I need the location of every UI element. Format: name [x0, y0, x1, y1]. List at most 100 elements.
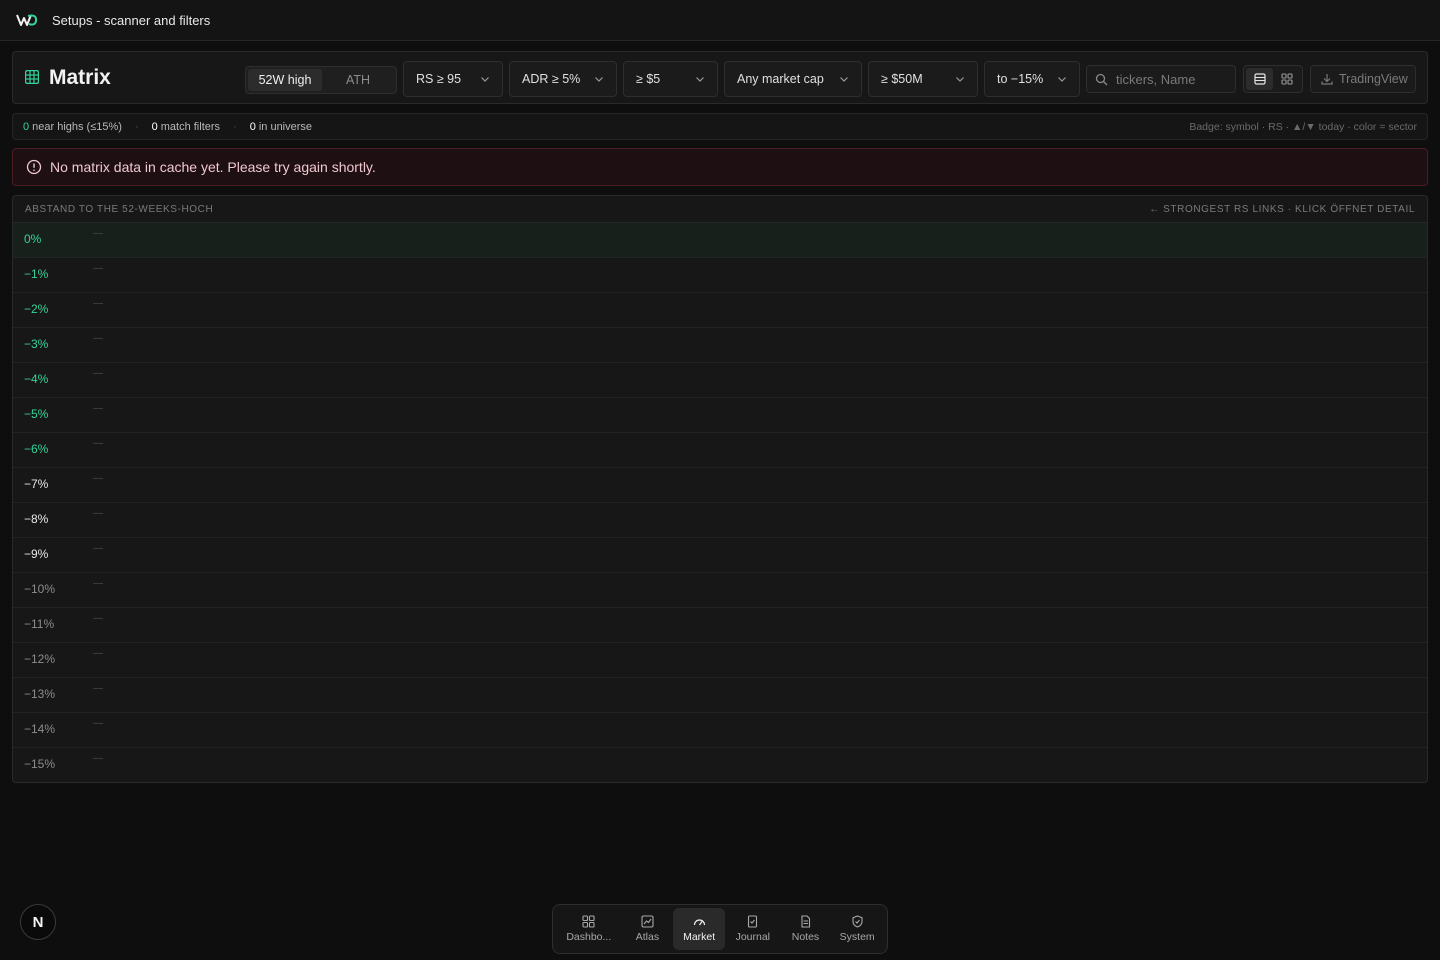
view-toggle	[1243, 65, 1303, 93]
matrix-row: −1% —	[13, 258, 1427, 293]
row-empty-marker: —	[93, 403, 103, 414]
row-distance-label: −1%	[24, 267, 49, 281]
search-icon	[1095, 73, 1108, 85]
alert-circle-icon	[26, 159, 42, 175]
rs-filter-value: RS ≥ 95	[416, 72, 462, 86]
matrix-row: −15% —	[13, 748, 1427, 782]
chevron-down-icon	[956, 77, 964, 82]
list-view-icon	[1253, 73, 1266, 85]
near-highs-label: near highs (≤15%)	[32, 120, 122, 133]
stats-separator: ·	[233, 120, 237, 133]
near-highs-count: 0	[23, 120, 30, 133]
adr-filter-value: ADR ≥ 5%	[522, 72, 581, 86]
row-empty-marker: —	[93, 263, 103, 274]
matrix-row: −11% —	[13, 608, 1427, 643]
stats-bar: 0 near highs (≤15%) · 0 match filters · …	[12, 113, 1428, 140]
alert-message: No matrix data in cache yet. Please try …	[50, 159, 376, 175]
nav-item-market[interactable]: Market	[673, 908, 725, 950]
notes-icon	[801, 915, 811, 928]
row-distance-label: −5%	[24, 407, 49, 421]
volume-filter-dropdown[interactable]: ≥ $50M	[868, 61, 978, 97]
distance-filter-dropdown[interactable]: to −15%	[984, 61, 1080, 97]
row-empty-marker: —	[93, 298, 103, 309]
matrix-rows: 0% — −1% — −2% — −3% — −4% — −5% — −6% — −7% — −8% — −9% — −…	[13, 223, 1427, 782]
error-alert: No matrix data in cache yet. Please try …	[12, 148, 1428, 186]
grid-view-button[interactable]	[1273, 68, 1300, 90]
market-cap-filter-value: Any market cap	[737, 72, 824, 86]
row-empty-marker: —	[93, 683, 103, 694]
matrix-row: −13% —	[13, 678, 1427, 713]
nav-label: Dashbo...	[566, 931, 612, 943]
row-empty-marker: —	[93, 753, 103, 764]
nav-item-system[interactable]: System	[830, 908, 884, 950]
search-input[interactable]	[1116, 71, 1226, 87]
price-filter-value: ≥ $5	[636, 72, 661, 86]
chevron-down-icon	[595, 77, 603, 82]
distance-filter-value: to −15%	[997, 72, 1044, 86]
chevron-down-icon	[481, 77, 489, 82]
nav-item-notes[interactable]: Notes	[781, 908, 831, 950]
row-distance-label: −7%	[24, 477, 49, 491]
chart-icon	[641, 915, 654, 928]
match-label: match filters	[160, 120, 221, 133]
row-distance-label: −8%	[24, 512, 49, 526]
row-distance-label: −15%	[24, 757, 56, 771]
row-empty-marker: —	[93, 613, 103, 624]
matrix-row: −14% —	[13, 713, 1427, 748]
matrix-row: −12% —	[13, 643, 1427, 678]
row-empty-marker: —	[93, 333, 103, 344]
matrix-row: −7% —	[13, 468, 1427, 503]
matrix-row: −6% —	[13, 433, 1427, 468]
row-empty-marker: —	[93, 543, 103, 554]
bottom-nav: Dashbo... Atlas Market Journal Notes Sys…	[552, 904, 888, 954]
price-filter-dropdown[interactable]: ≥ $5	[623, 61, 718, 97]
matrix-right-header: ← STRONGEST RS LINKS · KLICK ÖFFNET DETA…	[1149, 203, 1415, 215]
dashboard-icon	[582, 915, 595, 928]
gauge-icon	[693, 919, 705, 926]
stats-separator: ·	[134, 120, 139, 133]
tradingview-export-button[interactable]: TradingView	[1310, 65, 1416, 93]
app-logo-icon[interactable]	[16, 11, 40, 29]
matrix-left-header: ABSTAND TO THE 52-WEEKS-HOCH	[25, 203, 214, 215]
matrix-row: −8% —	[13, 503, 1427, 538]
ticker-search	[1086, 65, 1236, 93]
row-distance-label: −13%	[24, 687, 56, 701]
download-icon	[1321, 74, 1333, 85]
universe-count: 0	[249, 120, 256, 133]
mode-52w-high-button[interactable]: 52W high	[248, 69, 322, 91]
grid-view-icon	[1280, 73, 1293, 85]
row-empty-marker: —	[93, 473, 103, 484]
row-empty-marker: —	[93, 438, 103, 449]
volume-filter-value: ≥ $50M	[881, 72, 923, 86]
nav-item-journal[interactable]: Journal	[725, 908, 781, 950]
nav-label: System	[839, 931, 875, 943]
matrix-row: −3% —	[13, 328, 1427, 363]
matrix-header: ABSTAND TO THE 52-WEEKS-HOCH ← STRONGEST…	[13, 196, 1427, 223]
row-empty-marker: —	[93, 718, 103, 729]
row-distance-label: −9%	[24, 547, 49, 561]
badge-legend: Badge: symbol · RS · ▲/▼ today · color =…	[1189, 121, 1417, 133]
matrix-row: −10% —	[13, 573, 1427, 608]
row-empty-marker: —	[93, 648, 103, 659]
matrix-row: −4% —	[13, 363, 1427, 398]
match-count: 0	[151, 120, 158, 133]
user-avatar[interactable]: N	[20, 904, 56, 940]
nav-item-atlas[interactable]: Atlas	[622, 908, 674, 950]
high-mode-toggle: 52W high ATH	[245, 66, 397, 94]
chevron-down-icon	[696, 77, 704, 82]
adr-filter-dropdown[interactable]: ADR ≥ 5%	[509, 61, 617, 97]
journal-icon	[748, 915, 758, 928]
distance-matrix: ABSTAND TO THE 52-WEEKS-HOCH ← STRONGEST…	[12, 195, 1428, 783]
shield-icon	[852, 915, 863, 928]
matrix-grid-icon	[24, 69, 41, 86]
matrix-row: −5% —	[13, 398, 1427, 433]
nav-label: Journal	[735, 931, 771, 943]
rs-filter-dropdown[interactable]: RS ≥ 95	[403, 61, 503, 97]
list-view-button[interactable]	[1246, 68, 1273, 90]
market-cap-filter-dropdown[interactable]: Any market cap	[724, 61, 862, 97]
universe-label: in universe	[258, 120, 313, 133]
mode-ath-button[interactable]: ATH	[322, 69, 394, 91]
row-distance-label: −3%	[24, 337, 49, 351]
nav-item-dashboard[interactable]: Dashbo...	[556, 908, 622, 950]
row-distance-label: −2%	[24, 302, 49, 316]
